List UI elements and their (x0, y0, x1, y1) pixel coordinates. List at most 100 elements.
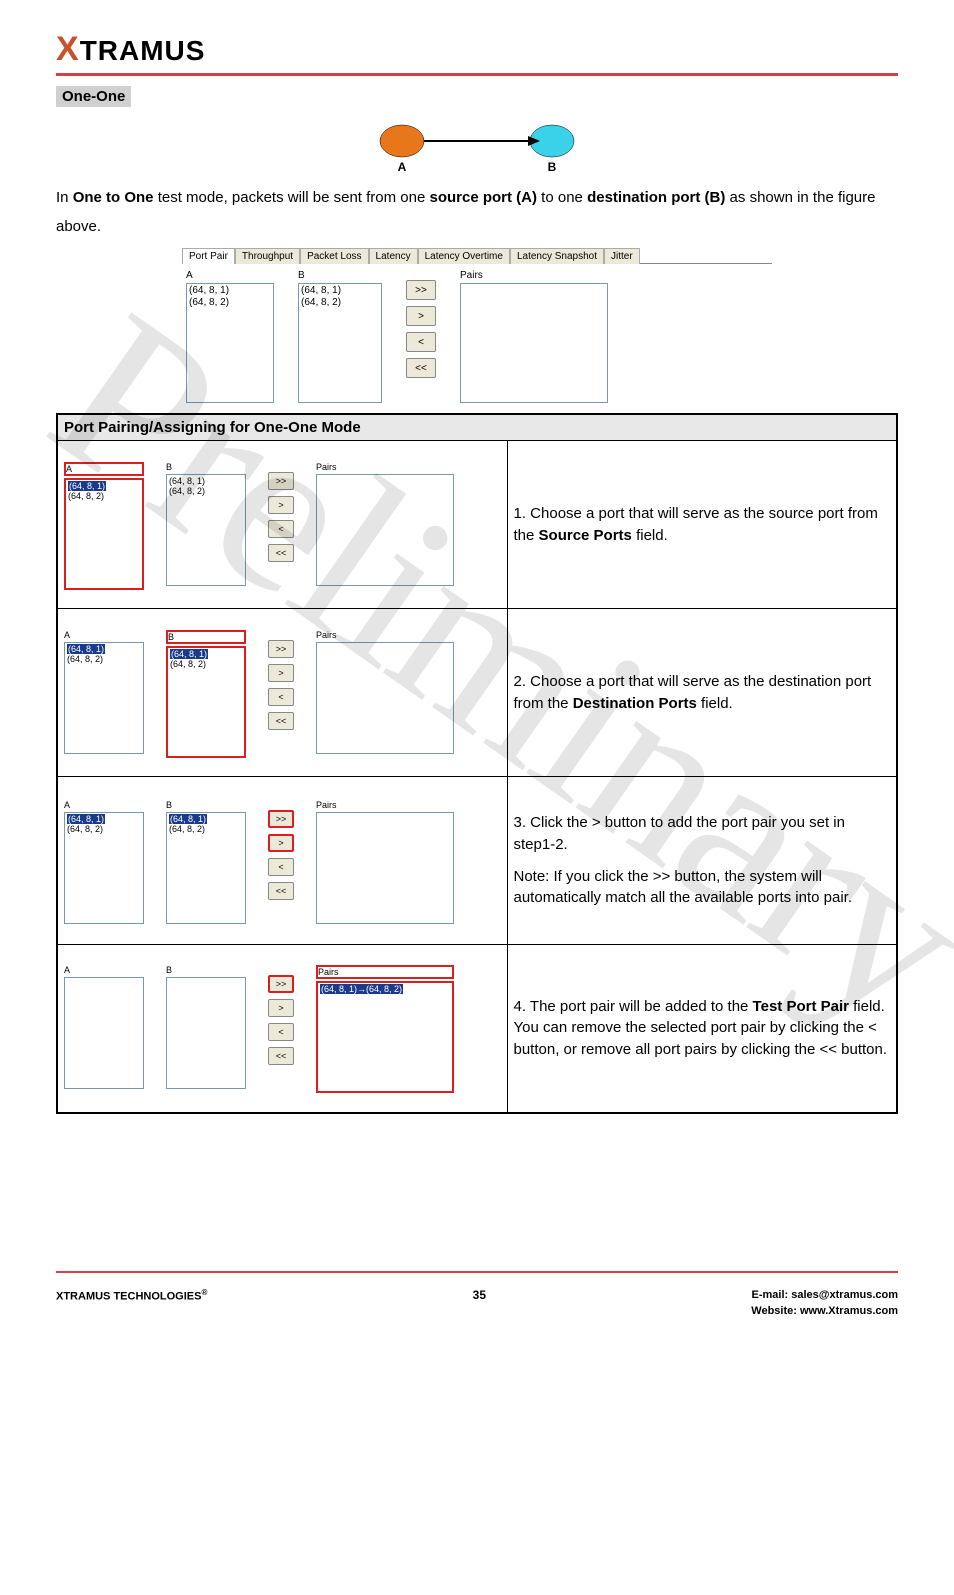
col-b-label: B (166, 965, 246, 975)
list-item[interactable]: (64, 8, 2) (169, 824, 243, 835)
dest-ports-list[interactable]: (64, 8, 1) (64, 8, 2) (298, 283, 382, 403)
dest-ports-list[interactable]: (64, 8, 1) (64, 8, 2) (166, 812, 246, 924)
intro-bold: source port (A) (430, 189, 538, 206)
footer-email-label: E-mail: (752, 1289, 792, 1301)
col-b-label: B (166, 462, 246, 472)
list-item[interactable]: (64, 8, 2) (301, 297, 379, 309)
remove-button[interactable]: < (268, 1023, 294, 1041)
diagram-b-label: B (548, 160, 557, 174)
intro-paragraph: In One to One test mode, packets will be… (56, 184, 898, 241)
col-a-label: A (186, 270, 274, 281)
intro-bold: One to One (73, 189, 154, 206)
pairs-list[interactable] (460, 283, 608, 403)
tab-latency-overtime[interactable]: Latency Overtime (418, 248, 510, 264)
list-item[interactable]: (64, 8, 1) (68, 481, 140, 492)
col-b-label: B (166, 630, 246, 644)
list-item[interactable]: (64, 8, 2) (67, 824, 141, 835)
dest-ports-list[interactable]: (64, 8, 1) (64, 8, 2) (166, 474, 246, 586)
tab-packet-loss[interactable]: Packet Loss (300, 248, 368, 264)
col-b-label: B (298, 270, 382, 281)
add-button[interactable]: > (268, 496, 294, 514)
pairs-list[interactable] (316, 474, 454, 586)
list-item[interactable]: (64, 8, 1) (170, 649, 242, 660)
source-ports-list[interactable]: (64, 8, 1) (64, 8, 2) (64, 642, 144, 754)
footer-website: www.Xtramus.com (800, 1305, 898, 1317)
table-row-image: A (64, 8, 1) (64, 8, 2) B (64, 8, 1) (64… (57, 777, 507, 945)
logo-rest: TRAMUS (80, 35, 206, 66)
panel-tabs: Port Pair Throughput Packet Loss Latency… (182, 247, 772, 264)
remove-button[interactable]: < (268, 688, 294, 706)
remove-all-button[interactable]: << (268, 712, 294, 730)
add-all-button[interactable]: >> (268, 640, 294, 658)
add-all-button[interactable]: >> (406, 280, 436, 300)
source-ports-list[interactable]: (64, 8, 1) (64, 8, 2) (64, 478, 144, 590)
tab-port-pair[interactable]: Port Pair (182, 248, 235, 264)
remove-all-button[interactable]: << (268, 544, 294, 562)
step-text: 3. Click the > button to add the port pa… (514, 812, 891, 856)
tab-jitter[interactable]: Jitter (604, 248, 640, 264)
remove-all-button[interactable]: << (268, 1047, 294, 1065)
step-text: field. (632, 527, 668, 544)
pairs-list[interactable]: (64, 8, 1)→(64, 8, 2) (316, 981, 454, 1093)
footer: XTRAMUS TECHNOLOGIES® 35 E-mail: sales@x… (56, 1288, 898, 1319)
source-ports-list[interactable]: (64, 8, 1) (64, 8, 2) (186, 283, 274, 403)
add-all-button[interactable]: >> (268, 810, 294, 828)
list-item[interactable]: (64, 8, 1)→(64, 8, 2) (320, 984, 450, 994)
add-button[interactable]: > (268, 834, 294, 852)
remove-button[interactable]: < (268, 520, 294, 538)
table-header: Port Pairing/Assigning for One-One Mode (57, 414, 897, 441)
list-item[interactable]: (64, 8, 1) (301, 285, 379, 297)
remove-all-button[interactable]: << (406, 358, 436, 378)
remove-button[interactable]: < (268, 858, 294, 876)
col-a-label: A (64, 965, 144, 975)
add-all-button[interactable]: >> (268, 975, 294, 993)
add-button[interactable]: > (406, 306, 436, 326)
col-pairs-label: Pairs (316, 800, 454, 810)
tab-throughput[interactable]: Throughput (235, 248, 300, 264)
list-item[interactable]: (64, 8, 1) (67, 644, 141, 655)
list-item[interactable]: (64, 8, 2) (67, 654, 141, 665)
list-item[interactable]: (64, 8, 1) (169, 814, 243, 825)
port-pair-panel-screenshot: Port Pair Throughput Packet Loss Latency… (56, 247, 898, 405)
list-item[interactable]: (64, 8, 1) (189, 285, 271, 297)
logo-x: X (56, 30, 80, 68)
col-pairs-label: Pairs (460, 270, 608, 281)
remove-all-button[interactable]: << (268, 882, 294, 900)
header-rule (56, 73, 898, 76)
col-pairs-label: Pairs (316, 630, 454, 640)
add-all-button[interactable]: >> (268, 472, 294, 490)
dest-ports-list[interactable] (166, 977, 246, 1089)
list-item[interactable]: (64, 8, 1) (67, 814, 141, 825)
step-bold: Destination Ports (573, 695, 697, 712)
col-b-label: B (166, 800, 246, 810)
intro-text: test mode, packets will be sent from one (154, 189, 430, 206)
tab-latency[interactable]: Latency (369, 248, 418, 264)
list-item[interactable]: (64, 8, 2) (169, 486, 243, 497)
list-item[interactable]: (64, 8, 1) (169, 476, 243, 487)
list-item[interactable]: (64, 8, 2) (189, 297, 271, 309)
col-a-label: A (64, 630, 144, 640)
intro-bold: destination port (B) (587, 189, 725, 206)
tab-latency-snapshot[interactable]: Latency Snapshot (510, 248, 604, 264)
add-button[interactable]: > (268, 999, 294, 1017)
remove-button[interactable]: < (406, 332, 436, 352)
step-text: 4. The port pair will be added to the (514, 998, 753, 1015)
intro-text: In (56, 189, 73, 206)
table-row-text: 3. Click the > button to add the port pa… (507, 777, 897, 945)
list-item[interactable]: (64, 8, 2) (170, 659, 242, 670)
footer-contact: E-mail: sales@xtramus.com Website: www.X… (751, 1288, 898, 1319)
add-button[interactable]: > (268, 664, 294, 682)
top-diagram: A B (56, 121, 898, 180)
list-item[interactable]: (64, 8, 2) (68, 491, 140, 502)
source-ports-list[interactable] (64, 977, 144, 1089)
section-title: One-One (56, 86, 131, 107)
dest-ports-list[interactable]: (64, 8, 1) (64, 8, 2) (166, 646, 246, 758)
footer-website-label: Website: (751, 1305, 800, 1317)
source-ports-list[interactable]: (64, 8, 1) (64, 8, 2) (64, 812, 144, 924)
pairs-list[interactable] (316, 812, 454, 924)
footer-company: XTRAMUS TECHNOLOGIES® (56, 1288, 207, 1303)
pairs-list[interactable] (316, 642, 454, 754)
footer-email: sales@xtramus.com (791, 1289, 898, 1301)
col-a-label: A (64, 800, 144, 810)
table-row-text: 4. The port pair will be added to the Te… (507, 945, 897, 1113)
